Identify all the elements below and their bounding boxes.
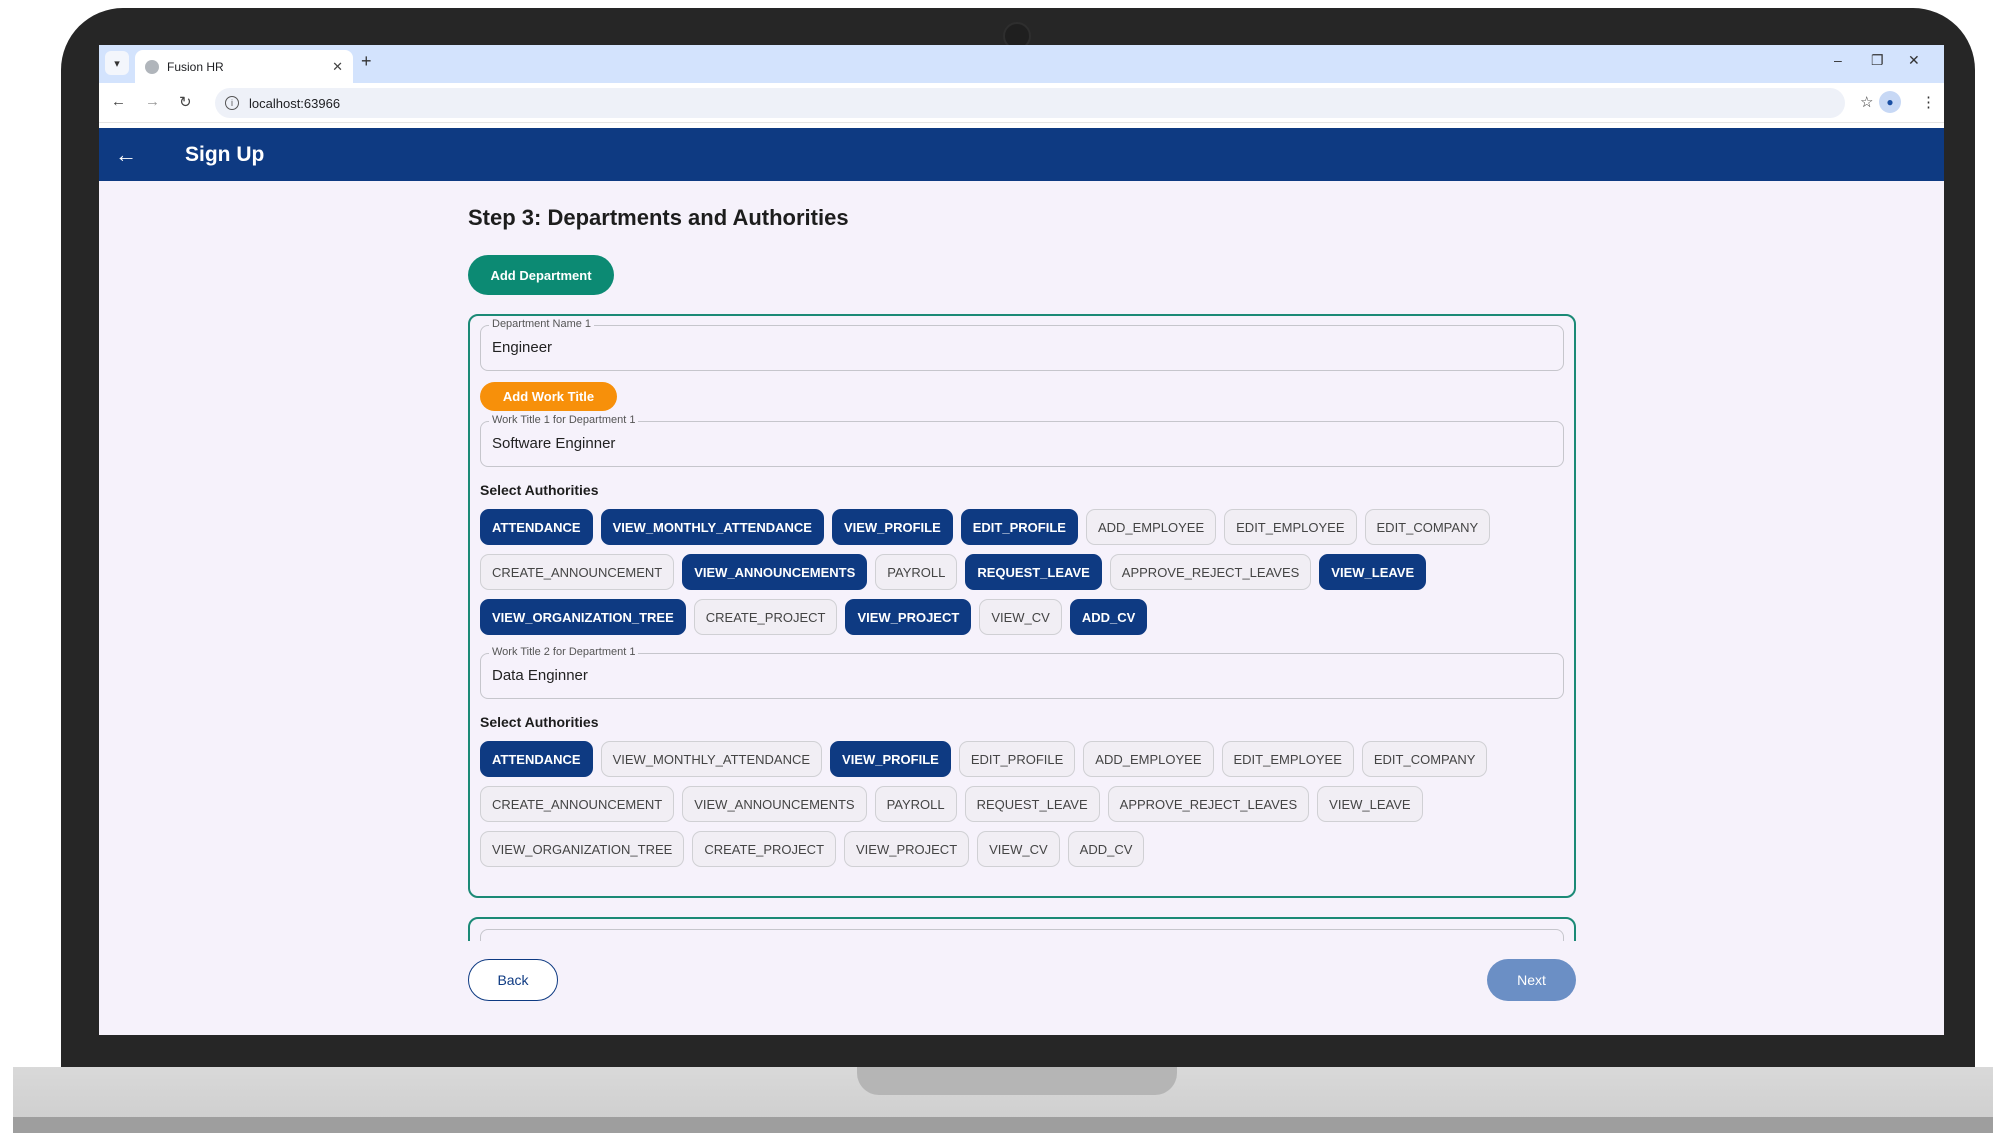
browser-tab[interactable]: Fusion HR ✕ — [135, 50, 353, 83]
work-title-label-1: Work Title 1 for Department 1 — [489, 414, 639, 426]
work-title-label-2: Work Title 2 for Department 1 — [489, 646, 639, 658]
authority-chip-view-cv[interactable]: VIEW_CV — [977, 831, 1060, 867]
browser-menu-icon[interactable]: ⋮ — [1921, 93, 1936, 111]
add-work-title-button[interactable]: Add Work Title — [480, 382, 617, 411]
back-arrow-icon[interactable]: ← — [115, 142, 145, 168]
laptop-notch — [857, 1067, 1177, 1095]
work-title-value-1: Software Enginner — [492, 435, 616, 452]
authority-chip-group-2: ATTENDANCE VIEW_MONTHLY_ATTENDANCE VIEW_PR… — [480, 741, 1570, 867]
signup-form-area: Step 3: Departments and Authorities Add … — [99, 181, 1944, 1035]
select-authorities-label-2: Select Authorities — [480, 714, 599, 730]
authority-chip-payroll[interactable]: PAYROLL — [874, 786, 957, 822]
authority-chip-view-announcements[interactable]: VIEW_ANNOUNCEMENTS — [682, 554, 868, 590]
profile-avatar-icon[interactable]: ● — [1879, 91, 1901, 113]
site-info-icon[interactable]: i — [225, 96, 239, 110]
authority-chip-view-leave[interactable]: VIEW_LEAVE — [1319, 554, 1427, 590]
scroll-clip — [99, 941, 1944, 1035]
tab-title: Fusion HR — [167, 59, 224, 74]
browser-forward-icon[interactable]: → — [145, 93, 160, 110]
authority-chip-add-employee[interactable]: ADD_EMPLOYEE — [1083, 741, 1214, 777]
bookmark-star-icon[interactable]: ☆ — [1860, 93, 1873, 111]
url-text: localhost:63966 — [249, 95, 341, 111]
authority-chip-view-cv[interactable]: VIEW_CV — [979, 599, 1062, 635]
authority-chip-payroll[interactable]: PAYROLL — [875, 554, 958, 590]
department-name-value: Engineer — [492, 339, 553, 356]
step-title: Step 3: Departments and Authorities — [468, 205, 849, 230]
authority-chip-view-leave[interactable]: VIEW_LEAVE — [1317, 786, 1423, 822]
select-authorities-label-1: Select Authorities — [480, 482, 599, 498]
authority-chip-view-organization-tree[interactable]: VIEW_ORGANIZATION_TREE — [480, 831, 685, 867]
authority-chip-add-employee[interactable]: ADD_EMPLOYEE — [1085, 509, 1217, 545]
authority-chip-view-profile[interactable]: VIEW_PROFILE — [831, 509, 953, 545]
minimize-icon[interactable]: – — [1834, 52, 1842, 68]
reload-icon[interactable]: ↻ — [179, 93, 192, 111]
work-title-value-2: Data Enginner — [492, 667, 588, 684]
authority-chip-view-monthly-attendance[interactable]: VIEW_MONTHLY_ATTENDANCE — [600, 741, 823, 777]
authority-chip-attendance[interactable]: ATTENDANCE — [480, 741, 593, 777]
authority-chip-edit-company[interactable]: EDIT_COMPANY — [1364, 509, 1491, 545]
tab-close-icon[interactable]: ✕ — [332, 59, 343, 75]
app-bar: ← Sign Up — [99, 128, 1944, 181]
department-name-label: Department Name 1 — [489, 318, 595, 330]
work-title-field-1[interactable]: Work Title 1 for Department 1 Software E… — [480, 414, 1564, 467]
authority-chip-approve-reject-leaves[interactable]: APPROVE_REJECT_LEAVES — [1107, 786, 1310, 822]
authority-chip-request-leave[interactable]: REQUEST_LEAVE — [965, 554, 1102, 590]
laptop-base-edge — [13, 1117, 1993, 1133]
authority-chip-approve-reject-leaves[interactable]: APPROVE_REJECT_LEAVES — [1109, 554, 1312, 590]
laptop-scene: ▾ Fusion HR ✕ + – ❐ ✕ ← → ↻ i localhost:… — [0, 0, 1993, 1133]
work-title-field-2[interactable]: Work Title 2 for Department 1 Data Engin… — [480, 646, 1564, 699]
restore-icon[interactable]: ❐ — [1871, 52, 1884, 69]
authority-chip-add-cv[interactable]: ADD_CV — [1069, 599, 1148, 635]
authority-chip-request-leave[interactable]: REQUEST_LEAVE — [964, 786, 1100, 822]
add-department-button[interactable]: Add Department — [468, 255, 614, 295]
authority-chip-view-project[interactable]: VIEW_PROJECT — [844, 831, 970, 867]
department-card: Department Name 1 Engineer Add Work Titl… — [468, 314, 1576, 898]
authority-chip-view-project[interactable]: VIEW_PROJECT — [845, 599, 972, 635]
authority-chip-create-project[interactable]: CREATE_PROJECT — [693, 599, 838, 635]
authority-chip-group-1: ATTENDANCE VIEW_MONTHLY_ATTENDANCE VIEW_PR… — [480, 509, 1570, 635]
department-name-field[interactable]: Department Name 1 Engineer — [480, 318, 1564, 371]
window-close-icon[interactable]: ✕ — [1908, 52, 1920, 69]
laptop-screen: ▾ Fusion HR ✕ + – ❐ ✕ ← → ↻ i localhost:… — [99, 45, 1944, 1035]
authority-chip-edit-profile[interactable]: EDIT_PROFILE — [960, 509, 1078, 545]
authority-chip-create-project[interactable]: CREATE_PROJECT — [692, 831, 837, 867]
authority-chip-create-announcement[interactable]: CREATE_ANNOUNCEMENT — [480, 554, 675, 590]
authority-chip-edit-employee[interactable]: EDIT_EMPLOYEE — [1224, 509, 1357, 545]
authority-chip-view-profile[interactable]: VIEW_PROFILE — [830, 741, 951, 777]
authority-chip-view-organization-tree[interactable]: VIEW_ORGANIZATION_TREE — [480, 599, 686, 635]
browser-back-icon[interactable]: ← — [111, 93, 126, 110]
next-button[interactable]: Next — [1487, 959, 1576, 1001]
authority-chip-edit-employee[interactable]: EDIT_EMPLOYEE — [1221, 741, 1354, 777]
favicon-icon — [145, 59, 159, 74]
authority-chip-view-announcements[interactable]: VIEW_ANNOUNCEMENTS — [682, 786, 867, 822]
authority-chip-edit-profile[interactable]: EDIT_PROFILE — [958, 741, 1076, 777]
new-tab-icon[interactable]: + — [361, 51, 372, 72]
page-title: Sign Up — [185, 142, 265, 166]
browser-tab-bar: ▾ Fusion HR ✕ + – ❐ ✕ — [99, 45, 1944, 83]
url-input[interactable]: i localhost:63966 — [215, 88, 1845, 118]
back-button[interactable]: Back — [468, 959, 558, 1001]
authority-chip-attendance[interactable]: ATTENDANCE — [480, 509, 593, 545]
authority-chip-view-monthly-attendance[interactable]: VIEW_MONTHLY_ATTENDANCE — [600, 509, 824, 545]
browser-address-bar: ← → ↻ i localhost:63966 ☆ ● ⋮ — [99, 83, 1944, 123]
tab-search-icon[interactable]: ▾ — [105, 51, 129, 75]
authority-chip-create-announcement[interactable]: CREATE_ANNOUNCEMENT — [480, 786, 675, 822]
authority-chip-add-cv[interactable]: ADD_CV — [1067, 831, 1145, 867]
authority-chip-edit-company[interactable]: EDIT_COMPANY — [1361, 741, 1488, 777]
